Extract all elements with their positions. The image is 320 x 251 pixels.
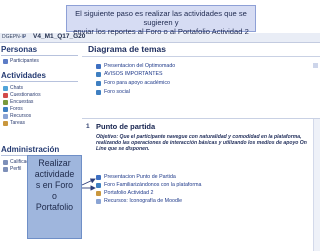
sidebar-item-participantes[interactable]: Participantes bbox=[3, 58, 39, 64]
activity-presentacion-punto[interactable]: Presentacion Punto de Partida bbox=[96, 174, 176, 180]
callout-line-1: Realizar bbox=[38, 158, 71, 168]
sidebar-item-chats[interactable]: Chats bbox=[3, 85, 23, 91]
sidebar-item-cuestionarios[interactable]: Cuestionarios bbox=[3, 92, 41, 98]
activity-avisos[interactable]: AVISOS IMPORTANTES bbox=[96, 71, 163, 77]
activity-portafolio[interactable]: Portafolio Actividad 2 bbox=[96, 190, 153, 196]
block-actividades-title: Actividades bbox=[1, 71, 46, 80]
resource-icon bbox=[3, 113, 8, 119]
resource-icon bbox=[96, 198, 101, 204]
people-icon bbox=[3, 58, 8, 64]
sidebar-item-recursos[interactable]: Recursos bbox=[3, 113, 31, 119]
section-title: Punto de partida bbox=[96, 122, 156, 131]
profile-icon bbox=[3, 166, 8, 172]
sidebar-item-foros[interactable]: Foros bbox=[3, 106, 23, 112]
forum-icon bbox=[96, 80, 101, 86]
section-number: 1 bbox=[86, 123, 90, 130]
forum-icon bbox=[96, 71, 101, 77]
forum-icon bbox=[3, 106, 8, 112]
section-0: Presentacion del Optimomado AVISOS IMPOR… bbox=[82, 57, 320, 117]
activities-callout: Realizar actividade s en Foro o Portafol… bbox=[27, 155, 82, 239]
section-controls bbox=[313, 119, 320, 251]
instruction-line-1: El siguiente paso es realizar las activi… bbox=[75, 9, 247, 27]
assignment-icon bbox=[96, 190, 101, 196]
sidebar-item-perfil[interactable]: Perfil bbox=[3, 166, 21, 172]
callout-line-5: Portafolio bbox=[35, 202, 74, 212]
highlight-toggle-icon[interactable] bbox=[313, 63, 318, 68]
activity-foro-social[interactable]: Foro social bbox=[96, 89, 130, 95]
section-1: 1 Punto de partida Objetivo: Que el part… bbox=[82, 118, 320, 251]
sidebar-item-encuestas[interactable]: Encuestas bbox=[3, 99, 33, 105]
assignment-icon bbox=[3, 120, 8, 126]
course-content: Diagrama de temas Presentacion del Optim… bbox=[82, 43, 320, 251]
callout-line-3: s en Foro bbox=[35, 180, 74, 190]
instruction-line-2: enviar los reportes al Foro o al Portafo… bbox=[73, 27, 249, 36]
activity-presentacion[interactable]: Presentacion del Optimomado bbox=[96, 63, 175, 69]
survey-icon bbox=[3, 99, 8, 105]
breadcrumb-separator-icon: ► bbox=[22, 34, 27, 40]
block-personas-title: Personas bbox=[1, 45, 38, 54]
callout-line-2: actividade bbox=[34, 169, 75, 179]
forum-icon bbox=[96, 182, 101, 188]
callout-line-4: o bbox=[52, 191, 57, 201]
section-description: Objetivo: Que el participante navegue co… bbox=[96, 134, 307, 153]
grades-icon bbox=[3, 159, 8, 165]
divider bbox=[1, 81, 78, 82]
divider bbox=[1, 55, 78, 56]
chat-icon bbox=[3, 85, 8, 91]
activity-foro-apoyo[interactable]: Foro para apoyo académico bbox=[96, 80, 170, 86]
page-icon bbox=[96, 63, 101, 69]
quiz-icon bbox=[3, 92, 8, 98]
sidebar-item-tareas[interactable]: Tareas bbox=[3, 120, 25, 126]
forum-icon bbox=[96, 89, 101, 95]
activity-foro-familiarizandonos[interactable]: Foro Familiarizándonos con la plataforma bbox=[96, 182, 201, 188]
topics-heading: Diagrama de temas bbox=[88, 44, 166, 54]
page-icon bbox=[96, 174, 101, 180]
instruction-callout: El siguiente paso es realizar las activi… bbox=[66, 5, 256, 36]
activity-recursos-iconografia[interactable]: Recursos: Iconografía de Moodle bbox=[96, 198, 182, 204]
block-administracion-title: Administración bbox=[1, 145, 60, 154]
